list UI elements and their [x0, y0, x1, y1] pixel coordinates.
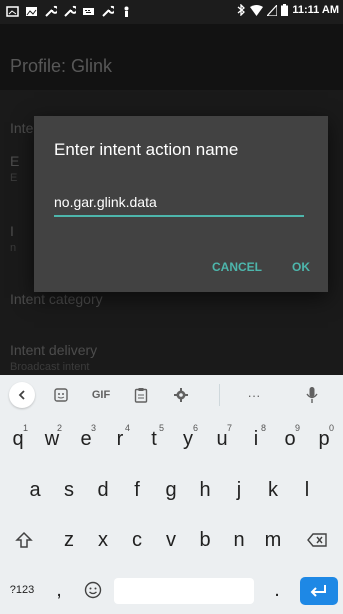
key-y[interactable]: y6 [171, 419, 205, 459]
battery-icon [281, 4, 289, 16]
chevron-left-icon [18, 390, 25, 400]
wrench-icon [102, 5, 114, 17]
toolbar-divider [219, 384, 220, 406]
clipboard-button[interactable] [121, 375, 161, 415]
key-hint: 6 [192, 423, 198, 433]
key-k[interactable]: k [256, 470, 290, 510]
key-hint: 7 [226, 423, 232, 433]
key-z[interactable]: z [52, 520, 86, 560]
status-bar: 11:11 AM [0, 0, 343, 24]
keyboard-toolbar: GIF ··· [0, 375, 343, 415]
voice-input-button[interactable] [292, 375, 332, 415]
key-c[interactable]: c [120, 520, 154, 560]
shift-icon [15, 531, 33, 548]
wrench-icon [64, 5, 76, 17]
keyboard-row-1: q1 w2 e3 r4 t5 y6 u7 i8 o9 p0 [0, 419, 343, 459]
key-g[interactable]: g [154, 470, 188, 510]
sticker-button[interactable] [41, 375, 81, 415]
key-o[interactable]: o9 [273, 419, 307, 459]
key-b[interactable]: b [188, 520, 222, 560]
key-p[interactable]: p0 [307, 419, 341, 459]
key-e[interactable]: e3 [69, 419, 103, 459]
status-indicators: 11:11 AM [236, 4, 339, 16]
key-h[interactable]: h [188, 470, 222, 510]
dialog-title: Enter intent action name [54, 140, 239, 159]
gif-button[interactable]: GIF [81, 375, 121, 415]
backspace-icon [307, 533, 327, 547]
key-label: p [318, 427, 330, 450]
status-time: 11:11 AM [292, 4, 339, 16]
key-label: r [116, 427, 124, 450]
key-hint: 4 [124, 423, 130, 433]
key-label: e [80, 427, 92, 450]
enter-key[interactable] [300, 577, 338, 605]
key-a[interactable]: a [18, 470, 52, 510]
key-f[interactable]: f [120, 470, 154, 510]
keyboard-back-button[interactable] [9, 382, 35, 408]
gear-icon [174, 388, 188, 402]
wifi-icon [250, 4, 264, 16]
more-button[interactable]: ··· [234, 375, 274, 415]
key-i[interactable]: i8 [239, 419, 273, 459]
period-key[interactable]: . [262, 570, 292, 610]
key-hint: 5 [158, 423, 164, 433]
key-hint: 3 [90, 423, 96, 433]
key-d[interactable]: d [86, 470, 120, 510]
key-label: t [151, 427, 157, 450]
key-x[interactable]: x [86, 520, 120, 560]
key-hint: 0 [328, 423, 334, 433]
key-hint: 1 [22, 423, 28, 433]
enter-icon [310, 585, 326, 597]
person-notification-icon [124, 6, 129, 17]
keyboard-row-3: z x c v b n m [0, 520, 343, 560]
sticker-icon [54, 388, 68, 402]
key-w[interactable]: w2 [35, 419, 69, 459]
key-label: o [284, 427, 296, 450]
backspace-key[interactable] [296, 520, 338, 560]
key-v[interactable]: v [154, 520, 188, 560]
settings-button[interactable] [161, 375, 201, 415]
key-n[interactable]: n [222, 520, 256, 560]
image-notification-icon [6, 6, 19, 17]
key-label: u [216, 427, 228, 450]
key-label: y [183, 427, 193, 450]
emoji-icon [84, 581, 102, 599]
ok-button[interactable]: OK [292, 260, 310, 274]
keyboard-notification-icon [83, 8, 94, 15]
key-q[interactable]: q1 [1, 419, 35, 459]
dialog-actions: CANCEL OK [212, 260, 310, 274]
key-j[interactable]: j [222, 470, 256, 510]
key-s[interactable]: s [52, 470, 86, 510]
intent-action-input[interactable] [54, 189, 304, 217]
key-r[interactable]: r4 [103, 419, 137, 459]
key-hint: 2 [56, 423, 62, 433]
gallery-notification-icon [26, 7, 37, 16]
key-u[interactable]: u7 [205, 419, 239, 459]
key-hint: 9 [294, 423, 300, 433]
symbols-key[interactable]: ?123 [2, 570, 42, 610]
keyboard-row-2: a s d f g h j k l [0, 470, 343, 510]
key-label: q [12, 427, 24, 450]
key-m[interactable]: m [256, 520, 290, 560]
space-key[interactable] [114, 578, 254, 604]
bluetooth-icon [237, 4, 246, 16]
cancel-button[interactable]: CANCEL [212, 260, 262, 274]
keyboard-row-4: ?123 , . [0, 570, 343, 610]
notification-icons [6, 5, 133, 18]
key-t[interactable]: t5 [137, 419, 171, 459]
comma-key[interactable]: , [44, 570, 74, 610]
soft-keyboard: GIF ··· q1 w2 e3 r4 t5 y6 u7 i8 o9 p0 a … [0, 375, 343, 614]
clipboard-icon [134, 388, 148, 403]
intent-action-dialog: Enter intent action name CANCEL OK [34, 116, 328, 292]
microphone-icon [306, 387, 318, 403]
emoji-key[interactable] [76, 570, 110, 610]
key-hint: 8 [260, 423, 266, 433]
shift-key[interactable] [4, 520, 44, 560]
wrench-icon [45, 5, 57, 17]
key-l[interactable]: l [290, 470, 324, 510]
signal-icon [267, 4, 278, 16]
key-label: i [253, 427, 259, 450]
